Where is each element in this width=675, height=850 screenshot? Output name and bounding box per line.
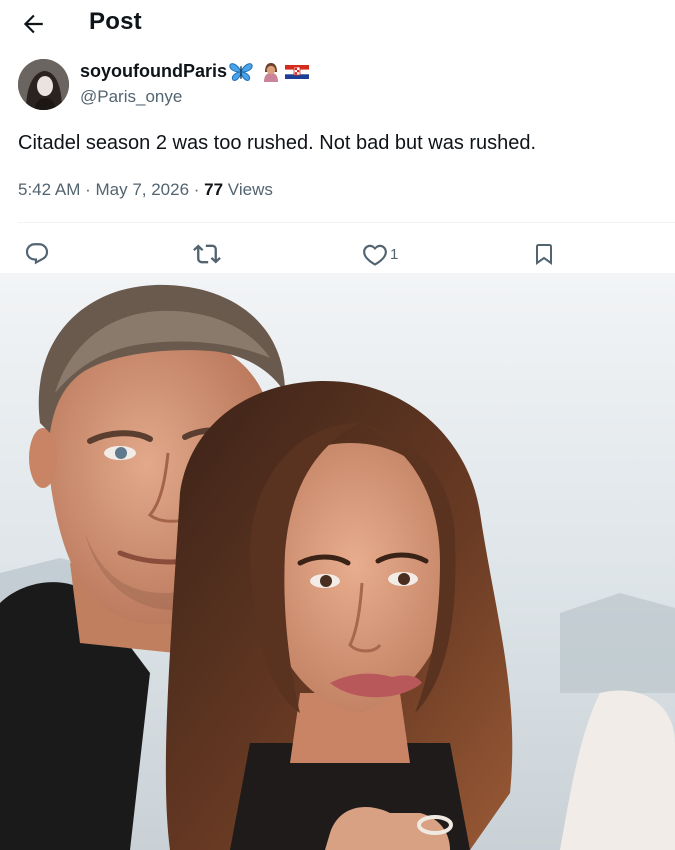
like-button[interactable]: 1 [362, 238, 398, 270]
display-name[interactable]: soyoufoundParis [80, 61, 227, 81]
divider [18, 222, 675, 223]
butterfly-icon [229, 62, 253, 81]
woman-gesturing-icon [264, 62, 279, 82]
post-date[interactable]: May 7, 2026 [95, 180, 189, 199]
page-title: Post [89, 8, 142, 35]
arrow-left-icon [23, 14, 43, 34]
author-name-row: soyoufoundParis [80, 61, 310, 83]
post-header: Post [0, 0, 675, 50]
reply-button[interactable] [24, 238, 50, 270]
heart-icon [363, 244, 387, 266]
reply-icon [25, 243, 49, 265]
user-handle[interactable]: @Paris_onye [80, 87, 182, 107]
tweet-media-photo[interactable] [0, 273, 675, 850]
post-time[interactable]: 5:42 AM [18, 180, 80, 199]
bookmark-icon [536, 244, 552, 265]
bookmark-button[interactable] [532, 238, 556, 270]
views-label: Views [223, 180, 273, 199]
croatia-flag-icon [285, 64, 310, 79]
tweet-meta: 5:42 AM · May 7, 2026 · 77 Views [18, 180, 273, 200]
repost-button[interactable] [193, 238, 221, 270]
avatar[interactable] [18, 59, 69, 110]
meta-separator: · [189, 180, 205, 199]
like-count: 1 [390, 245, 399, 263]
meta-separator: · [80, 180, 96, 199]
tweet-text: Citadel season 2 was too rushed. Not bad… [18, 132, 537, 154]
views-count: 77 [204, 180, 224, 199]
repost-icon [193, 244, 221, 264]
back-button[interactable] [20, 11, 46, 37]
